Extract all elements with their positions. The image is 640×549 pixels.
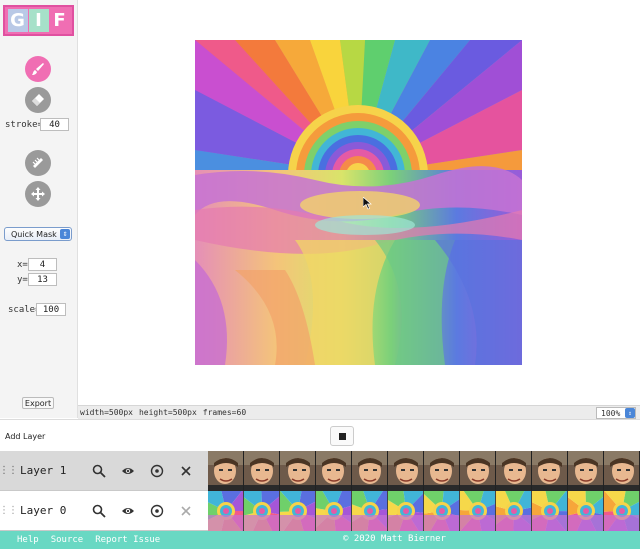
frame-thumbnail[interactable] (460, 491, 496, 531)
frame-thumbnail[interactable] (496, 451, 532, 491)
visibility-toggle[interactable] (113, 501, 142, 521)
scale-input[interactable]: 100 (36, 303, 66, 316)
target-icon (150, 464, 163, 477)
frame-thumbnail[interactable] (280, 491, 316, 531)
y-input[interactable]: 13 (28, 273, 57, 286)
layer-name[interactable]: Layer 0 (16, 504, 84, 517)
frame-thumbnail[interactable] (424, 451, 460, 491)
drag-handle-icon[interactable]: ⋮⋮ (0, 465, 18, 476)
eye-icon (121, 467, 134, 474)
status-width: width=500px (80, 408, 133, 417)
footer-bar: Help Source Report Issue © 2020 Matt Bie… (0, 531, 640, 549)
frame-thumbnail[interactable] (496, 491, 532, 531)
help-link[interactable]: Help (17, 535, 39, 545)
brush-tool-button[interactable] (25, 56, 51, 82)
layer-frames[interactable] (208, 491, 640, 531)
target-icon (150, 504, 163, 517)
frame-thumbnail[interactable] (532, 451, 568, 491)
zoom-layer-button[interactable] (84, 461, 113, 481)
x-label: x= (17, 260, 28, 270)
logo-letter-i: I (28, 9, 49, 32)
timeline-header: Add Layer (0, 419, 640, 451)
zoom-layer-button[interactable] (84, 501, 113, 521)
logo-letter-g: G (7, 9, 28, 32)
layer-controls: ⋮⋮ Layer 0 (0, 491, 208, 531)
search-icon (92, 464, 106, 478)
app-window: G I F stroke= 40 Quick Mask ⇕ x= 4 y= 13… (0, 0, 640, 549)
solo-layer-button[interactable] (142, 461, 171, 481)
delete-layer-button[interactable] (171, 461, 200, 481)
copyright-text: © 2020 Matt Bierner (343, 534, 446, 544)
status-height: height=500px (138, 408, 197, 417)
x-input[interactable]: 4 (28, 258, 57, 271)
eye-icon (121, 507, 134, 514)
frame-thumbnail[interactable] (208, 491, 244, 531)
move-arrows-icon (31, 187, 45, 201)
comb-tool-button[interactable] (25, 150, 51, 176)
gif-canvas[interactable] (195, 40, 522, 365)
close-icon (180, 505, 191, 516)
mode-select-value: Quick Mask (11, 229, 57, 239)
zoom-select[interactable]: 100% ⇕ (596, 407, 636, 419)
frame-thumbnail[interactable] (208, 451, 244, 491)
frame-thumbnail[interactable] (604, 491, 640, 531)
frame-thumbnail[interactable] (352, 491, 388, 531)
source-link[interactable]: Source (51, 535, 84, 545)
close-icon (180, 465, 191, 476)
move-tool-button[interactable] (25, 181, 51, 207)
eraser-icon (32, 94, 44, 106)
rainbow-sunset-image (195, 40, 522, 365)
comb-icon (32, 157, 43, 168)
frame-thumbnail[interactable] (244, 491, 280, 531)
frame-thumbnail[interactable] (352, 451, 388, 491)
logo-letter-f: F (53, 10, 66, 31)
stroke-input[interactable]: 40 (40, 118, 69, 131)
mouse-cursor-icon (363, 197, 372, 210)
stop-icon (338, 432, 346, 440)
frame-thumbnail[interactable] (424, 491, 460, 531)
delete-layer-button[interactable] (171, 501, 200, 521)
status-bar: width=500px height=500px frames=60 100% … (78, 405, 640, 419)
eraser-tool-button[interactable] (25, 87, 51, 113)
frame-thumbnail[interactable] (460, 451, 496, 491)
select-chevron-icon: ⇕ (625, 408, 635, 418)
layer-row-1[interactable]: ⋮⋮ Layer 1 (0, 451, 640, 491)
export-button[interactable]: Export (22, 397, 54, 409)
frame-thumbnail[interactable] (532, 491, 568, 531)
gif-logo[interactable]: G I F (3, 5, 74, 36)
visibility-toggle[interactable] (113, 461, 142, 481)
frame-thumbnail[interactable] (388, 491, 424, 531)
status-frames: frames=60 (202, 408, 247, 417)
frame-thumbnail[interactable] (568, 451, 604, 491)
stroke-label: stroke= (5, 120, 43, 130)
search-icon (92, 504, 106, 518)
brush-icon (32, 63, 44, 75)
frame-thumbnail[interactable] (280, 451, 316, 491)
report-issue-link[interactable]: Report Issue (95, 535, 160, 545)
drag-handle-icon[interactable]: ⋮⋮ (0, 505, 18, 516)
mode-select[interactable]: Quick Mask ⇕ (4, 227, 72, 241)
layer-controls: ⋮⋮ Layer 1 (0, 451, 208, 491)
frame-thumbnail[interactable] (388, 451, 424, 491)
zoom-value: 100% (601, 408, 621, 418)
layer-name[interactable]: Layer 1 (16, 464, 84, 477)
y-label: y= (17, 275, 28, 285)
stop-button[interactable] (330, 426, 354, 446)
frame-thumbnail[interactable] (316, 491, 352, 531)
layer-row-0[interactable]: ⋮⋮ Layer 0 (0, 491, 640, 531)
frame-thumbnail[interactable] (604, 451, 640, 491)
layer-frames[interactable] (208, 451, 640, 491)
frame-thumbnail[interactable] (568, 491, 604, 531)
tool-sidebar: G I F stroke= 40 Quick Mask ⇕ x= 4 y= 13… (0, 0, 78, 418)
solo-layer-button[interactable] (142, 501, 171, 521)
frame-thumbnail[interactable] (316, 451, 352, 491)
frame-thumbnail[interactable] (244, 451, 280, 491)
add-layer-button[interactable]: Add Layer (5, 432, 45, 441)
select-chevron-icon: ⇕ (60, 229, 70, 239)
